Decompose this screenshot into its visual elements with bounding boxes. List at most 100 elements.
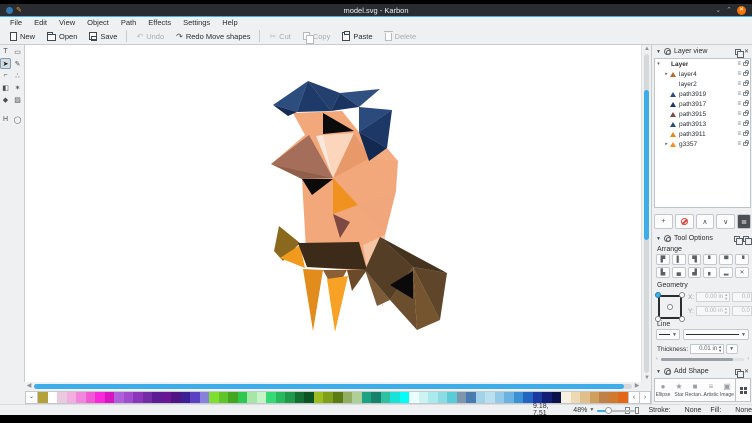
color-swatch[interactable] — [523, 392, 533, 403]
color-swatch[interactable] — [38, 392, 48, 403]
text-tool[interactable]: T — [0, 46, 11, 57]
pencil-tool[interactable]: ✎ — [12, 58, 23, 69]
color-swatch[interactable] — [400, 392, 410, 403]
color-swatch[interactable] — [114, 392, 124, 403]
color-swatch[interactable] — [48, 392, 58, 403]
panel-scroll-thumb[interactable] — [661, 358, 733, 361]
expander-icon[interactable]: ▸ — [663, 141, 670, 147]
arrange-button[interactable]: ▙ — [656, 267, 670, 278]
lock-icon[interactable] — [743, 72, 748, 76]
palette-dropdown-button[interactable]: ⌄ — [25, 391, 38, 404]
spinner-icon[interactable]: ▲▼ — [724, 307, 728, 315]
color-swatch[interactable] — [86, 392, 96, 403]
arrange-button[interactable]: ▄ — [672, 267, 686, 278]
color-swatch[interactable] — [466, 392, 476, 403]
connect-tool[interactable]: ▭ — [12, 46, 23, 57]
color-swatch[interactable] — [419, 392, 429, 403]
anchor-bottom-right[interactable] — [679, 316, 685, 322]
float-panel-icon[interactable] — [734, 236, 740, 242]
menu-item[interactable]: Edit — [28, 18, 53, 27]
color-swatch[interactable] — [333, 392, 343, 403]
collapse-triangle-icon[interactable]: ▼ — [656, 49, 661, 55]
color-swatch[interactable] — [209, 392, 219, 403]
layer-tree-row[interactable]: ▸ g3357 ≡ — [655, 139, 750, 149]
lock-icon[interactable] — [743, 92, 748, 96]
spread-mode-icon[interactable] — [635, 407, 640, 414]
color-swatch[interactable] — [295, 392, 305, 403]
color-swatch[interactable] — [181, 392, 191, 403]
lowpoly-artwork[interactable] — [255, 75, 465, 345]
palette-prev-button[interactable]: ‹ — [629, 391, 640, 404]
menu-item[interactable]: Path — [115, 18, 142, 27]
shape-item[interactable]: ● Ellipse — [655, 379, 671, 401]
color-swatch[interactable] — [580, 392, 590, 403]
visibility-icon[interactable]: ≡ — [737, 70, 741, 78]
arrange-button[interactable]: ▝ — [735, 254, 749, 265]
color-swatch[interactable] — [67, 392, 77, 403]
add-shape-header[interactable]: ▼ Add Shape ✕ — [652, 365, 752, 378]
color-swatch[interactable] — [352, 392, 362, 403]
color-swatch[interactable] — [285, 392, 295, 403]
close-panel-icon[interactable]: ✕ — [744, 49, 749, 55]
artwork-polygon[interactable] — [303, 269, 323, 331]
color-swatch[interactable] — [618, 392, 628, 403]
maximize-button[interactable]: ⌃ — [726, 6, 732, 15]
anchor-top-right[interactable] — [679, 292, 685, 298]
visibility-icon[interactable]: ≡ — [737, 90, 741, 98]
arrange-button[interactable]: ▘ — [703, 254, 717, 265]
menu-item[interactable]: Help — [216, 18, 243, 27]
color-swatch[interactable] — [561, 392, 571, 403]
color-swatch[interactable] — [409, 392, 419, 403]
color-swatch[interactable] — [343, 392, 353, 403]
artwork-polygon[interactable] — [347, 270, 367, 291]
artwork-polygon[interactable] — [327, 276, 348, 332]
visibility-icon[interactable]: ≡ — [737, 60, 741, 68]
color-swatch[interactable] — [447, 392, 457, 403]
close-button[interactable]: ✕ — [737, 6, 746, 15]
color-swatch[interactable] — [95, 392, 105, 403]
color-swatch[interactable] — [571, 392, 581, 403]
color-swatch[interactable] — [552, 392, 562, 403]
collapse-triangle-icon[interactable]: ▼ — [656, 236, 661, 242]
shape-item[interactable]: ▣ Image — [719, 379, 735, 401]
visibility-icon[interactable]: ≡ — [737, 130, 741, 138]
color-swatch[interactable] — [476, 392, 486, 403]
y-field[interactable]: 0.00 in▲▼ — [696, 306, 730, 316]
lock-icon[interactable] — [743, 112, 748, 116]
page-tool[interactable]: ▨ — [12, 94, 23, 105]
color-swatch[interactable] — [152, 392, 162, 403]
color-swatch[interactable] — [76, 392, 86, 403]
shape-view-toggle[interactable] — [735, 379, 750, 401]
palette-next-button[interactable]: › — [640, 391, 651, 404]
layer-tree-row[interactable]: path3917 ≡ — [655, 99, 750, 109]
color-swatch[interactable] — [533, 392, 543, 403]
measure-tool[interactable]: H — [0, 114, 11, 125]
expander-icon[interactable]: ▾ — [655, 61, 662, 67]
select-tool[interactable]: ➤ — [0, 58, 11, 69]
arrange-button[interactable]: ✕ — [735, 267, 749, 278]
color-swatch[interactable] — [457, 392, 467, 403]
add-layer-button[interactable]: + — [654, 214, 673, 229]
color-swatch[interactable] — [609, 392, 619, 403]
height-field[interactable]: 0.0 — [732, 306, 752, 316]
color-swatch[interactable] — [323, 392, 333, 403]
expander-icon[interactable]: ▸ — [663, 71, 670, 77]
toolbar-button[interactable]: New — [4, 30, 41, 43]
panel-scroll-left-icon[interactable]: ‹ — [656, 356, 658, 362]
zoom-slider-thumb[interactable] — [605, 407, 612, 414]
color-swatch[interactable] — [247, 392, 257, 403]
color-swatch[interactable] — [438, 392, 448, 403]
color-swatch[interactable] — [276, 392, 286, 403]
lock-icon[interactable] — [743, 122, 748, 126]
color-swatch[interactable] — [371, 392, 381, 403]
color-swatch[interactable] — [542, 392, 552, 403]
lock-icon[interactable] — [743, 102, 748, 106]
anchor-top-left[interactable] — [655, 292, 661, 298]
lock-icon[interactable] — [743, 132, 748, 136]
color-swatch[interactable] — [200, 392, 210, 403]
visibility-icon[interactable]: ≡ — [737, 140, 741, 148]
minimize-button[interactable]: ⌄ — [715, 6, 721, 15]
titlebar[interactable]: ✎ model.svg - Karbon ⌄ ⌃ ✕ — [0, 4, 752, 17]
raise-layer-button[interactable]: ∧ — [696, 214, 715, 229]
artistic-text-tool[interactable]: ∴ — [12, 70, 23, 81]
